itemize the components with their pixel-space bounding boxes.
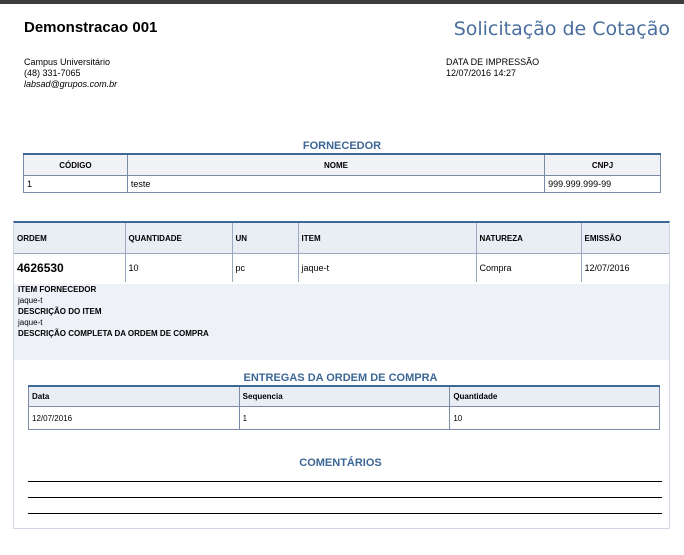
email-address: labsad@grupos.com.br xyxy=(24,79,118,89)
order-item: jaque-t xyxy=(297,253,476,282)
order-issue-date: 12/07/2016 xyxy=(580,253,669,282)
delivery-sequence: 1 xyxy=(238,406,451,430)
supplier-cnpj: 999.999.999-99 xyxy=(544,175,661,193)
comments-section-title: COMENTÁRIOS xyxy=(299,457,382,469)
comment-line xyxy=(28,513,662,514)
deliveries-col-date: Data xyxy=(28,386,240,407)
print-date-label: DATA DE IMPRESSÃO xyxy=(446,57,540,67)
top-border xyxy=(0,0,684,4)
supplier-section-title: FORNECEDOR xyxy=(302,140,382,152)
supplier-row: 1 teste 999.999.999-99 xyxy=(23,175,661,193)
company-contact: Campus Universitário (48) 331-7065 labsa… xyxy=(24,57,117,90)
order-unit: pc xyxy=(231,253,298,282)
order-details: ITEM FORNECEDOR jaque-t DESCRIÇÃO DO ITE… xyxy=(14,284,669,360)
print-date-value: 12/07/2016 14:27 xyxy=(446,68,517,78)
deliveries-table: Data Sequencia Quantidade 12/07/2016 1 1… xyxy=(28,385,660,430)
address-line: Campus Universitário xyxy=(24,57,111,67)
item-description-label: DESCRIÇÃO DO ITEM xyxy=(18,307,102,316)
comment-line xyxy=(28,481,662,482)
order-col-order: ORDEM xyxy=(14,223,125,254)
supplier-header-row: CÓDIGO NOME CNPJ xyxy=(23,154,661,176)
document-title: Solicitação de Cotação xyxy=(453,18,670,40)
order-col-nature: NATUREZA xyxy=(475,223,581,254)
order-number: 4626530 xyxy=(14,253,125,282)
supplier-col-cnpj: CNPJ xyxy=(544,154,661,176)
supplier-code: 1 xyxy=(23,175,128,193)
order-row: 4626530 10 pc jaque-t Compra 12/07/2016 xyxy=(14,253,669,282)
order-col-item: ITEM xyxy=(297,223,476,254)
order-col-unit: UN xyxy=(231,223,298,254)
supplier-name: teste xyxy=(126,175,546,193)
deliveries-col-quantity: Quantidade xyxy=(449,386,660,407)
delivery-quantity: 10 xyxy=(449,406,660,430)
deliveries-header-row: Data Sequencia Quantidade xyxy=(28,386,660,407)
deliveries-col-sequence: Sequencia xyxy=(238,386,451,407)
order-nature: Compra xyxy=(475,253,581,282)
deliveries-row: 12/07/2016 1 10 xyxy=(28,406,660,430)
item-description-value: jaque-t xyxy=(18,318,43,327)
order-quantity: 10 xyxy=(124,253,232,282)
order-col-quantity: QUANTIDADE xyxy=(124,223,232,254)
company-name: Demonstracao 001 xyxy=(24,19,158,36)
order-header-row: ORDEM QUANTIDADE UN ITEM NATUREZA EMISSÃ… xyxy=(14,223,669,254)
supplier-col-code: CÓDIGO xyxy=(23,154,128,176)
phone-number: (48) 331-7065 xyxy=(24,68,81,78)
full-description-label: DESCRIÇÃO COMPLETA DA ORDEM DE COMPRA xyxy=(18,329,209,338)
order-col-issue-date: EMISSÃO xyxy=(580,223,669,254)
supplier-table: CÓDIGO NOME CNPJ 1 teste 999.999.999-99 xyxy=(23,153,661,193)
supplier-col-name: NOME xyxy=(126,154,546,176)
order-table: ORDEM QUANTIDADE UN ITEM NATUREZA EMISSÃ… xyxy=(14,223,669,282)
comment-line xyxy=(28,497,662,498)
supplier-item-value: jaque-t xyxy=(18,296,43,305)
print-info: DATA DE IMPRESSÃO 12/07/2016 14:27 xyxy=(446,57,539,79)
delivery-date: 12/07/2016 xyxy=(28,406,240,430)
deliveries-section-title: ENTREGAS DA ORDEM DE COMPRA xyxy=(243,372,438,384)
supplier-item-label: ITEM FORNECEDOR xyxy=(18,285,97,294)
